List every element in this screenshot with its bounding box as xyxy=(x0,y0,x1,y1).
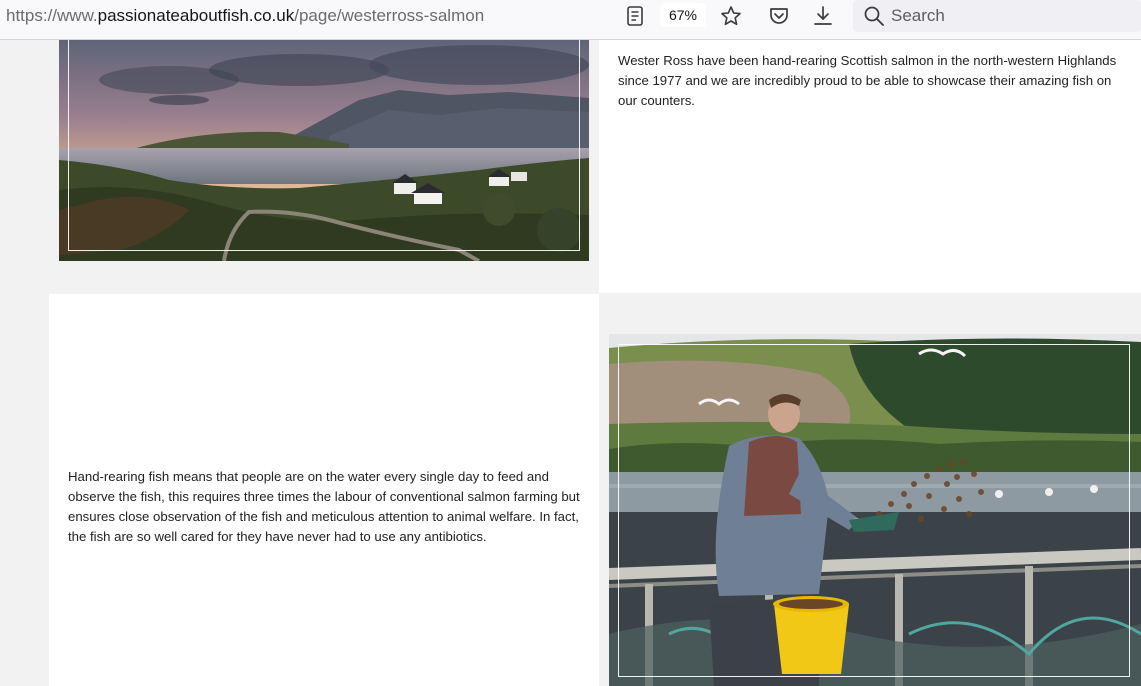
download-icon[interactable] xyxy=(809,2,837,30)
page-content: Wester Ross have been hand-rearing Scott… xyxy=(0,40,1141,686)
fish-farmer-feeding-image xyxy=(609,334,1141,686)
reader-view-icon[interactable] xyxy=(621,2,649,30)
pocket-icon[interactable] xyxy=(765,2,793,30)
url-prefix: https://www. xyxy=(6,6,98,25)
address-bar[interactable]: https://www.passionateaboutfish.co.uk/pa… xyxy=(6,0,484,32)
intro-paragraph: Wester Ross have been hand-rearing Scott… xyxy=(618,53,1117,108)
bookmark-star-icon[interactable] xyxy=(717,2,745,30)
url-host: passionateaboutfish.co.uk xyxy=(97,6,295,25)
search-icon xyxy=(863,5,885,31)
search-box[interactable]: Search xyxy=(853,0,1141,32)
search-label: Search xyxy=(891,6,945,25)
body-paragraph: Hand-rearing fish means that people are … xyxy=(68,469,580,544)
url-path: /page/westerross-salmon xyxy=(294,6,485,25)
loch-landscape-image xyxy=(59,40,589,261)
zoom-level-button[interactable]: 67% xyxy=(660,3,706,27)
browser-toolbar: https://www.passionateaboutfish.co.uk/pa… xyxy=(0,0,1141,40)
